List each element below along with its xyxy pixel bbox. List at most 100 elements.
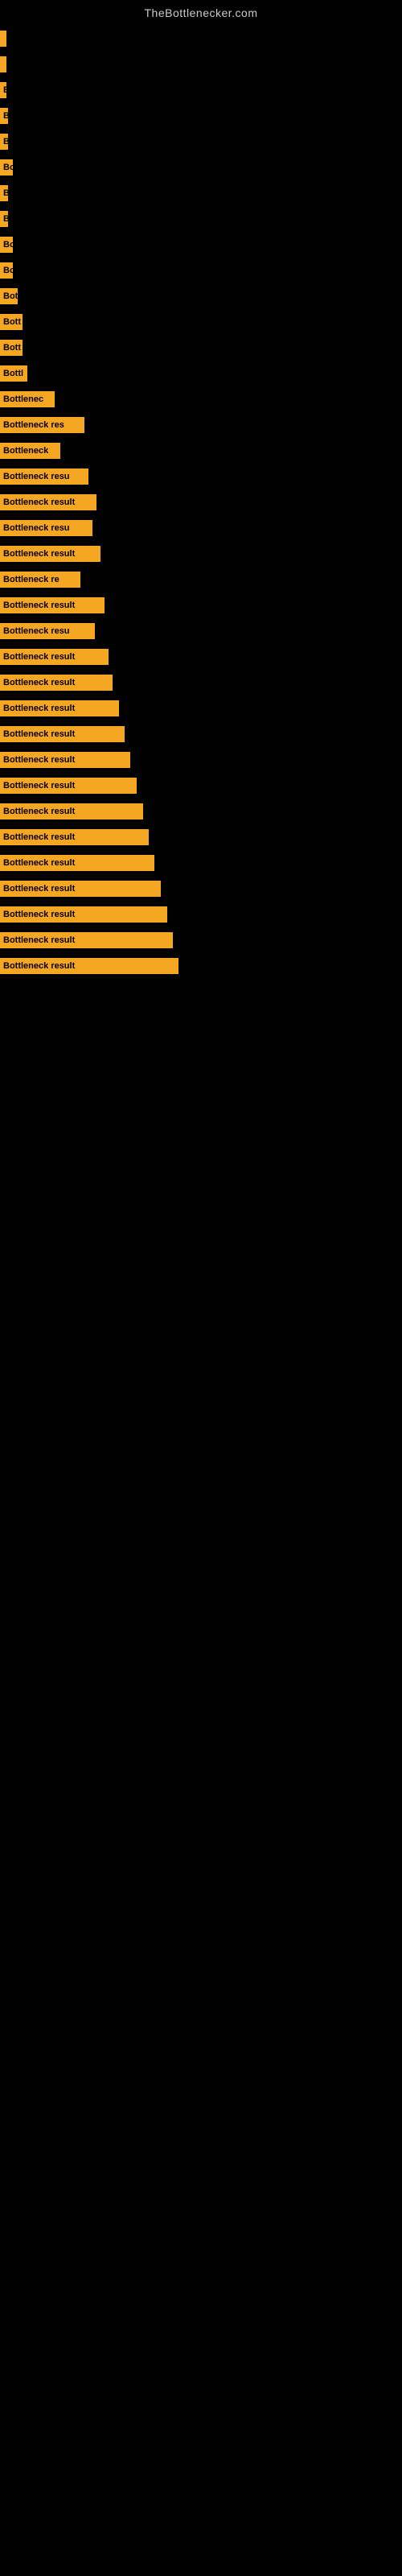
- bar-row: Bot: [0, 283, 402, 309]
- bar-row: Bottleneck result: [0, 644, 402, 670]
- bar-label: Bottleneck result: [0, 803, 143, 819]
- bar-row: Bottl: [0, 361, 402, 386]
- bar-text: Bottleneck result: [3, 652, 75, 662]
- bar-row: [0, 26, 402, 52]
- bar-text: Bottleneck res: [3, 420, 64, 430]
- bar-label: Bottleneck result: [0, 597, 105, 613]
- bar-label: Bottleneck: [0, 443, 60, 459]
- bar-label: [0, 31, 6, 47]
- bar-text: Bottleneck result: [3, 807, 75, 816]
- bar-text: Bottleneck result: [3, 961, 75, 971]
- bar-text: Bottleneck result: [3, 497, 75, 507]
- bar-label: [0, 56, 6, 72]
- bar-label: Bottleneck result: [0, 649, 109, 665]
- bar-row: Bottleneck result: [0, 773, 402, 799]
- bar-row: Bottleneck result: [0, 541, 402, 567]
- bar-row: Bottleneck result: [0, 799, 402, 824]
- bar-row: B: [0, 129, 402, 155]
- bar-label: Bottleneck result: [0, 881, 161, 897]
- bar-label: Bo: [0, 237, 13, 253]
- bar-text: B: [3, 188, 8, 198]
- bar-text: Bottleneck resu: [3, 523, 70, 533]
- bar-label: Bottleneck result: [0, 855, 154, 871]
- bar-text: Bottleneck result: [3, 678, 75, 687]
- bar-label: B: [0, 211, 8, 227]
- bar-label: Bottleneck result: [0, 494, 96, 510]
- bar-text: Bottleneck result: [3, 781, 75, 791]
- bar-label: Bottlenec: [0, 391, 55, 407]
- bar-text: Bottleneck result: [3, 755, 75, 765]
- bar-row: Bottleneck: [0, 438, 402, 464]
- bar-row: Bott: [0, 335, 402, 361]
- bar-text: Bottleneck result: [3, 704, 75, 713]
- bar-text: Bottleneck result: [3, 601, 75, 610]
- bar-text: Bott: [3, 343, 21, 353]
- bars-container: B B B Bo B B Bo Bo Bot Bott Bott Bottl Bottlenec Bott…: [0, 26, 402, 979]
- bar-row: B: [0, 103, 402, 129]
- bar-row: Bott: [0, 309, 402, 335]
- bar-row: B: [0, 180, 402, 206]
- bar-text: B: [3, 214, 8, 224]
- bar-label: Bo: [0, 159, 13, 175]
- bar-text: B: [3, 111, 8, 121]
- bar-label: Bottleneck resu: [0, 623, 95, 639]
- bar-label: Bottleneck result: [0, 546, 100, 562]
- bar-row: Bottleneck result: [0, 489, 402, 515]
- bar-label: Bo: [0, 262, 13, 279]
- bar-label: Bottleneck resu: [0, 469, 88, 485]
- bar-text: Bo: [3, 240, 13, 250]
- bar-label: Bottleneck result: [0, 829, 149, 845]
- bar-text: Bottleneck result: [3, 832, 75, 842]
- bar-label: Bottleneck result: [0, 906, 167, 923]
- bar-row: Bottleneck res: [0, 412, 402, 438]
- bar-row: Bottleneck result: [0, 696, 402, 721]
- bar-label: B: [0, 108, 8, 124]
- bar-text: Bottl: [3, 369, 23, 378]
- bar-row: Bo: [0, 232, 402, 258]
- bar-row: B: [0, 206, 402, 232]
- bar-row: Bottlenec: [0, 386, 402, 412]
- bar-label: Bottleneck result: [0, 675, 113, 691]
- bar-row: Bottleneck result: [0, 876, 402, 902]
- bar-label: Bottleneck result: [0, 958, 178, 974]
- bar-row: Bottleneck result: [0, 953, 402, 979]
- bar-label: Bottleneck result: [0, 752, 130, 768]
- bar-row: Bottleneck result: [0, 902, 402, 927]
- bar-row: Bottleneck result: [0, 747, 402, 773]
- bar-label: Bott: [0, 340, 23, 356]
- bar-row: Bottleneck result: [0, 824, 402, 850]
- bar-text: Bottleneck result: [3, 935, 75, 945]
- bar-row: Bo: [0, 155, 402, 180]
- bar-text: Bot: [3, 291, 18, 301]
- bar-text: Bottleneck result: [3, 549, 75, 559]
- bar-text: Bo: [3, 266, 13, 275]
- bar-text: B: [3, 137, 8, 147]
- bar-text: Bottleneck resu: [3, 626, 70, 636]
- bar-label: Bot: [0, 288, 18, 304]
- bar-text: Bott: [3, 317, 21, 327]
- bar-text: Bottleneck: [3, 446, 48, 456]
- bar-label: Bottleneck res: [0, 417, 84, 433]
- bar-label: B: [0, 82, 6, 98]
- bar-label: Bott: [0, 314, 23, 330]
- bar-label: Bottleneck result: [0, 700, 119, 716]
- bar-label: Bottleneck result: [0, 726, 125, 742]
- bar-label: B: [0, 134, 8, 150]
- bar-row: [0, 52, 402, 77]
- bar-text: Bottleneck result: [3, 729, 75, 739]
- bar-row: Bottleneck result: [0, 927, 402, 953]
- bar-row: Bottleneck result: [0, 592, 402, 618]
- bar-text: Bottlenec: [3, 394, 43, 404]
- bar-text: Bottleneck re: [3, 575, 59, 584]
- bar-label: Bottleneck result: [0, 778, 137, 794]
- site-title: TheBottlenecker.com: [0, 0, 402, 26]
- bar-text: Bo: [3, 163, 13, 172]
- bar-label: Bottleneck result: [0, 932, 173, 948]
- bar-row: Bottleneck result: [0, 721, 402, 747]
- bar-row: Bottleneck result: [0, 670, 402, 696]
- bar-text: Bottleneck result: [3, 884, 75, 894]
- bar-row: B: [0, 77, 402, 103]
- bar-label: Bottl: [0, 365, 27, 382]
- bar-row: Bottleneck result: [0, 850, 402, 876]
- bar-row: Bo: [0, 258, 402, 283]
